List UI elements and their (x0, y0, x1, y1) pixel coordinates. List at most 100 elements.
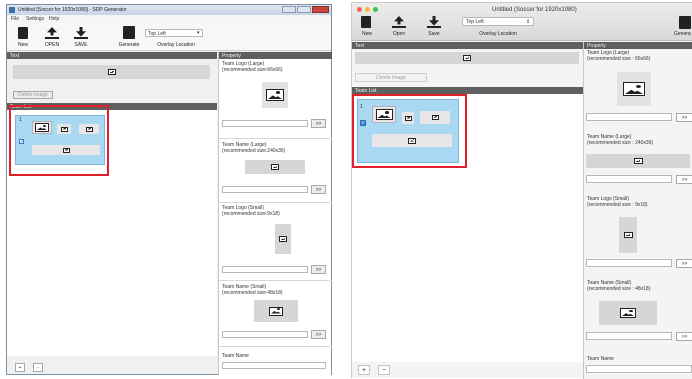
remove-item-label: − (381, 366, 387, 374)
new-file-icon (361, 16, 371, 28)
generate-button-label: Generate (118, 42, 140, 48)
open-button[interactable]: Open (387, 14, 411, 38)
team-name-small-browse[interactable]: >> (676, 332, 692, 341)
close-button[interactable] (357, 7, 362, 12)
windows-app-window: Untitled [Soccer for 1920x1080] - SDP Ge… (6, 4, 332, 375)
overlay-location-value: Top Left (466, 19, 484, 25)
open-button[interactable]: OPEN (40, 25, 64, 49)
generate-button[interactable]: Genera (674, 14, 692, 38)
minimize-button[interactable] (282, 6, 296, 13)
team-name-small-path[interactable] (586, 332, 672, 340)
app-icon (9, 7, 15, 13)
text-image-slot[interactable] (13, 65, 210, 79)
remove-item-label: - (37, 364, 39, 371)
image-icon (623, 82, 645, 96)
property-header-label: Property (587, 42, 606, 49)
generate-button[interactable]: Generate (115, 25, 143, 49)
zoom-button[interactable] (373, 7, 378, 12)
browse-label: >> (681, 176, 688, 183)
remove-item-button[interactable]: - (33, 363, 43, 372)
team-logo-large-preview[interactable] (262, 82, 288, 108)
window-title: Untitled (Soccer for 1920x1080) (492, 7, 577, 13)
generate-icon (123, 26, 135, 39)
overlay-location-label: Overlay Location (157, 42, 195, 48)
team-logo-small-browse[interactable]: >> (311, 265, 326, 274)
team-logo-large-path[interactable] (586, 113, 672, 121)
menu-settings[interactable]: Settings (26, 16, 44, 22)
browse-label: >> (315, 331, 322, 338)
delete-image-button[interactable]: Delete Image (355, 73, 427, 82)
team-logo-small-browse[interactable]: >> (676, 259, 692, 268)
new-file-icon (18, 27, 28, 39)
new-button[interactable]: New (12, 25, 34, 49)
overlay-location-select[interactable]: Top Left ⇕ (462, 17, 534, 26)
new-button-label: New (17, 42, 28, 48)
team-name-large-preview[interactable] (586, 154, 690, 168)
delete-image-label: Delete Image (376, 74, 406, 81)
team-name-small-preview[interactable] (254, 300, 298, 322)
team-logo-small-preview[interactable] (275, 224, 291, 254)
add-item-label: + (361, 366, 367, 374)
team-logo-large-preview[interactable] (617, 72, 651, 106)
team-name-small-label: Team Name (Small) (recommended size : 48… (587, 280, 651, 292)
team-name-large-browse[interactable]: >> (676, 175, 692, 184)
team-name-small-path[interactable] (222, 331, 308, 338)
property-pane: Property Team Logo (Large) (recommended … (218, 52, 332, 375)
add-item-label: + (18, 364, 22, 371)
divider (219, 346, 332, 347)
divider (219, 138, 332, 139)
team-logo-small-preview[interactable] (619, 217, 637, 253)
add-item-button[interactable]: + (358, 365, 370, 375)
maximize-button[interactable] (297, 6, 311, 13)
menu-file[interactable]: File (11, 16, 19, 22)
image-icon (271, 164, 279, 170)
team-name-large-preview[interactable] (245, 160, 305, 174)
team-logo-large-browse[interactable]: >> (676, 113, 692, 122)
close-button[interactable] (312, 6, 329, 13)
property-pane: Property Team Logo (Large) (recommended … (583, 42, 692, 379)
team-list-header-label: Team List (355, 87, 377, 94)
new-button[interactable]: New (357, 14, 377, 38)
divider (219, 280, 332, 281)
save-button-label: SAVE (74, 42, 88, 48)
team-name-small-preview[interactable] (599, 301, 657, 325)
overlay-location-select[interactable]: Top Left ▾ (145, 29, 203, 37)
title-bar: Untitled (Soccer for 1920x1080) New Open… (352, 3, 692, 41)
team-name-large-path[interactable] (222, 186, 308, 193)
highlight-box (352, 94, 467, 168)
team-list-header: Team List (352, 87, 583, 94)
team-logo-large-browse[interactable]: >> (311, 119, 326, 128)
property-header: Property (584, 42, 692, 49)
image-icon (463, 55, 471, 61)
image-icon (107, 69, 116, 75)
chevron-down-icon: ▾ (197, 30, 200, 36)
delete-image-label: Delete Image (18, 92, 48, 98)
add-item-button[interactable]: + (15, 363, 25, 372)
team-name-small-browse[interactable]: >> (311, 330, 326, 339)
team-logo-small-path[interactable] (222, 266, 308, 273)
minimize-button[interactable] (365, 7, 370, 12)
team-name-large-path[interactable] (586, 175, 672, 183)
image-icon (633, 158, 643, 164)
browse-label: >> (681, 260, 688, 267)
team-name-large-label: Team Name (Large) (recommended size : 24… (587, 134, 654, 146)
open-button-label: OPEN (44, 42, 60, 48)
delete-image-button[interactable]: Delete Image (13, 91, 53, 99)
team-name-small-label: Team Name (Small) (recommended size:48x1… (222, 284, 283, 296)
team-name-field[interactable] (222, 362, 326, 369)
team-name-large-browse[interactable]: >> (311, 185, 326, 194)
overlay-location-value: Top Left (148, 31, 166, 37)
save-button[interactable]: SAVE (69, 25, 93, 49)
save-button[interactable]: Save (422, 14, 446, 38)
team-logo-small-path[interactable] (586, 259, 672, 267)
remove-item-button[interactable]: − (378, 365, 390, 375)
text-image-slot[interactable] (355, 52, 579, 64)
team-name-label: Team Name (587, 356, 614, 362)
team-logo-small-label: Team Logo (Small) (recommended size:9x18… (222, 205, 280, 217)
team-name-field[interactable] (586, 365, 692, 373)
menu-help[interactable]: Help (49, 16, 59, 22)
image-icon (620, 308, 636, 318)
text-header-label: Text (355, 42, 365, 49)
open-tray-icon (45, 37, 59, 39)
team-logo-large-path[interactable] (222, 120, 308, 127)
